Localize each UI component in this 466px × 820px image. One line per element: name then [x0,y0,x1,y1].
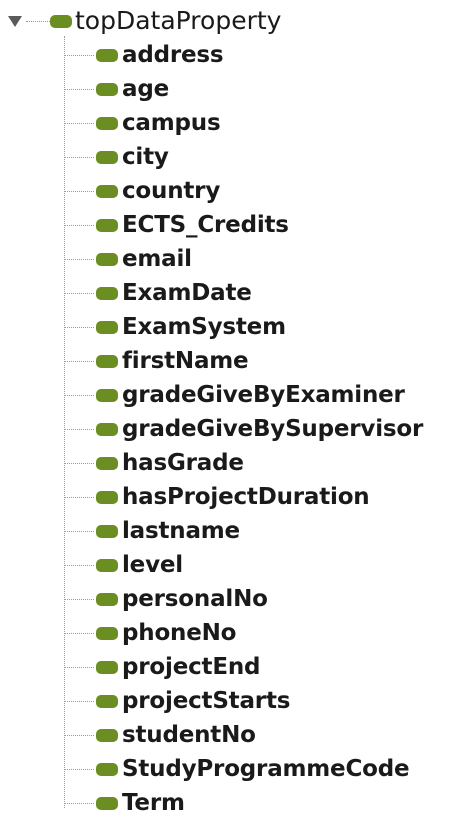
tree-node-label: email [122,246,192,272]
root-node-label: topDataProperty [75,6,282,35]
tree-connector [64,190,94,192]
tree-node-label: level [122,552,183,578]
tree-node-item[interactable]: hasGrade [64,446,464,480]
tree-node-item[interactable]: email [64,242,464,276]
data-property-icon [96,116,118,130]
tree-connector [64,632,94,634]
tree-node-label: StudyProgrammeCode [122,756,410,782]
tree-children-list: address age campus city country ECTS_Creditse… [64,38,464,820]
data-property-icon [96,252,118,266]
data-property-icon [96,762,118,776]
tree-connector [64,462,94,464]
tree-node-item[interactable]: level [64,548,464,582]
tree-connector [64,530,94,532]
tree-node-label: firstName [122,348,249,374]
tree-node-label: ExamSystem [122,314,286,340]
tree-connector [64,54,94,56]
tree-node-label: gradeGiveBySupervisor [122,416,424,442]
tree-connector [64,156,94,158]
data-property-icon [96,82,118,96]
tree-node-label: gradeGiveByExaminer [122,382,405,408]
tree-connector [64,292,94,294]
tree-connector [64,564,94,566]
tree-node-item[interactable]: personalNo [64,582,464,616]
tree-connector [64,394,94,396]
tree-connector [64,666,94,668]
data-property-icon [96,558,118,572]
tree-node-label: phoneNo [122,620,237,646]
tree-node-item[interactable]: ECTS_Credits [64,208,464,242]
tree-connector [64,428,94,430]
tree-node-item[interactable]: address [64,38,464,72]
tree-node-label: projectEnd [122,654,261,680]
data-property-icon [96,490,118,504]
data-property-icon [96,456,118,470]
data-property-icon [96,354,118,368]
tree-node-item[interactable]: hasProjectDuration [64,480,464,514]
tree-node-label: city [122,144,169,170]
tree-connector [64,598,94,600]
data-property-icon [50,14,72,28]
tree-node-item[interactable]: Term [64,786,464,820]
tree-connector [64,734,94,736]
tree-connector [64,224,94,226]
data-property-icon [96,150,118,164]
data-property-tree: topDataProperty address age campus city coun… [0,0,466,817]
tree-node-item[interactable]: ExamDate [64,276,464,310]
tree-node-label: age [122,76,169,102]
tree-node-label: ECTS_Credits [122,212,289,238]
data-property-icon [96,184,118,198]
tree-node-item[interactable]: age [64,72,464,106]
data-property-icon [96,728,118,742]
tree-connector [26,20,50,22]
tree-connector [64,360,94,362]
tree-node-item[interactable]: StudyProgrammeCode [64,752,464,786]
data-property-icon [96,694,118,708]
tree-connector [64,768,94,770]
tree-node-item[interactable]: gradeGiveBySupervisor [64,412,464,446]
data-property-icon [96,388,118,402]
data-property-icon [96,592,118,606]
tree-node-label: Term [122,790,185,816]
tree-node-item[interactable]: projectStarts [64,684,464,718]
tree-node-label: country [122,178,221,204]
data-property-icon [96,626,118,640]
data-property-icon [96,422,118,436]
tree-connector [64,802,94,804]
tree-node-item[interactable]: ExamSystem [64,310,464,344]
tree-node-label: campus [122,110,221,136]
tree-connector [64,122,94,124]
data-property-icon [96,796,118,810]
tree-node-item[interactable]: campus [64,106,464,140]
tree-node-item[interactable]: firstName [64,344,464,378]
data-property-icon [96,320,118,334]
tree-node-item[interactable]: city [64,140,464,174]
data-property-icon [96,48,118,62]
tree-node-label: personalNo [122,586,268,612]
tree-node-label: studentNo [122,722,256,748]
tree-connector [64,496,94,498]
tree-node-label: projectStarts [122,688,291,714]
tree-node-item[interactable]: country [64,174,464,208]
tree-connector [64,88,94,90]
tree-node-label: lastname [122,518,240,544]
data-property-icon [96,524,118,538]
tree-node-item[interactable]: phoneNo [64,616,464,650]
tree-connector [64,258,94,260]
tree-node-item[interactable]: lastname [64,514,464,548]
tree-node-item[interactable]: gradeGiveByExaminer [64,378,464,412]
tree-node-item[interactable]: studentNo [64,718,464,752]
tree-root-node[interactable]: topDataProperty [8,6,281,36]
tree-connector [64,700,94,702]
tree-node-label: address [122,42,224,68]
data-property-icon [96,660,118,674]
tree-node-item[interactable]: projectEnd [64,650,464,684]
tree-node-label: hasGrade [122,450,244,476]
tree-node-label: ExamDate [122,280,252,306]
tree-connector [64,326,94,328]
tree-node-label: hasProjectDuration [122,484,370,510]
data-property-icon [96,286,118,300]
data-property-icon [96,218,118,232]
